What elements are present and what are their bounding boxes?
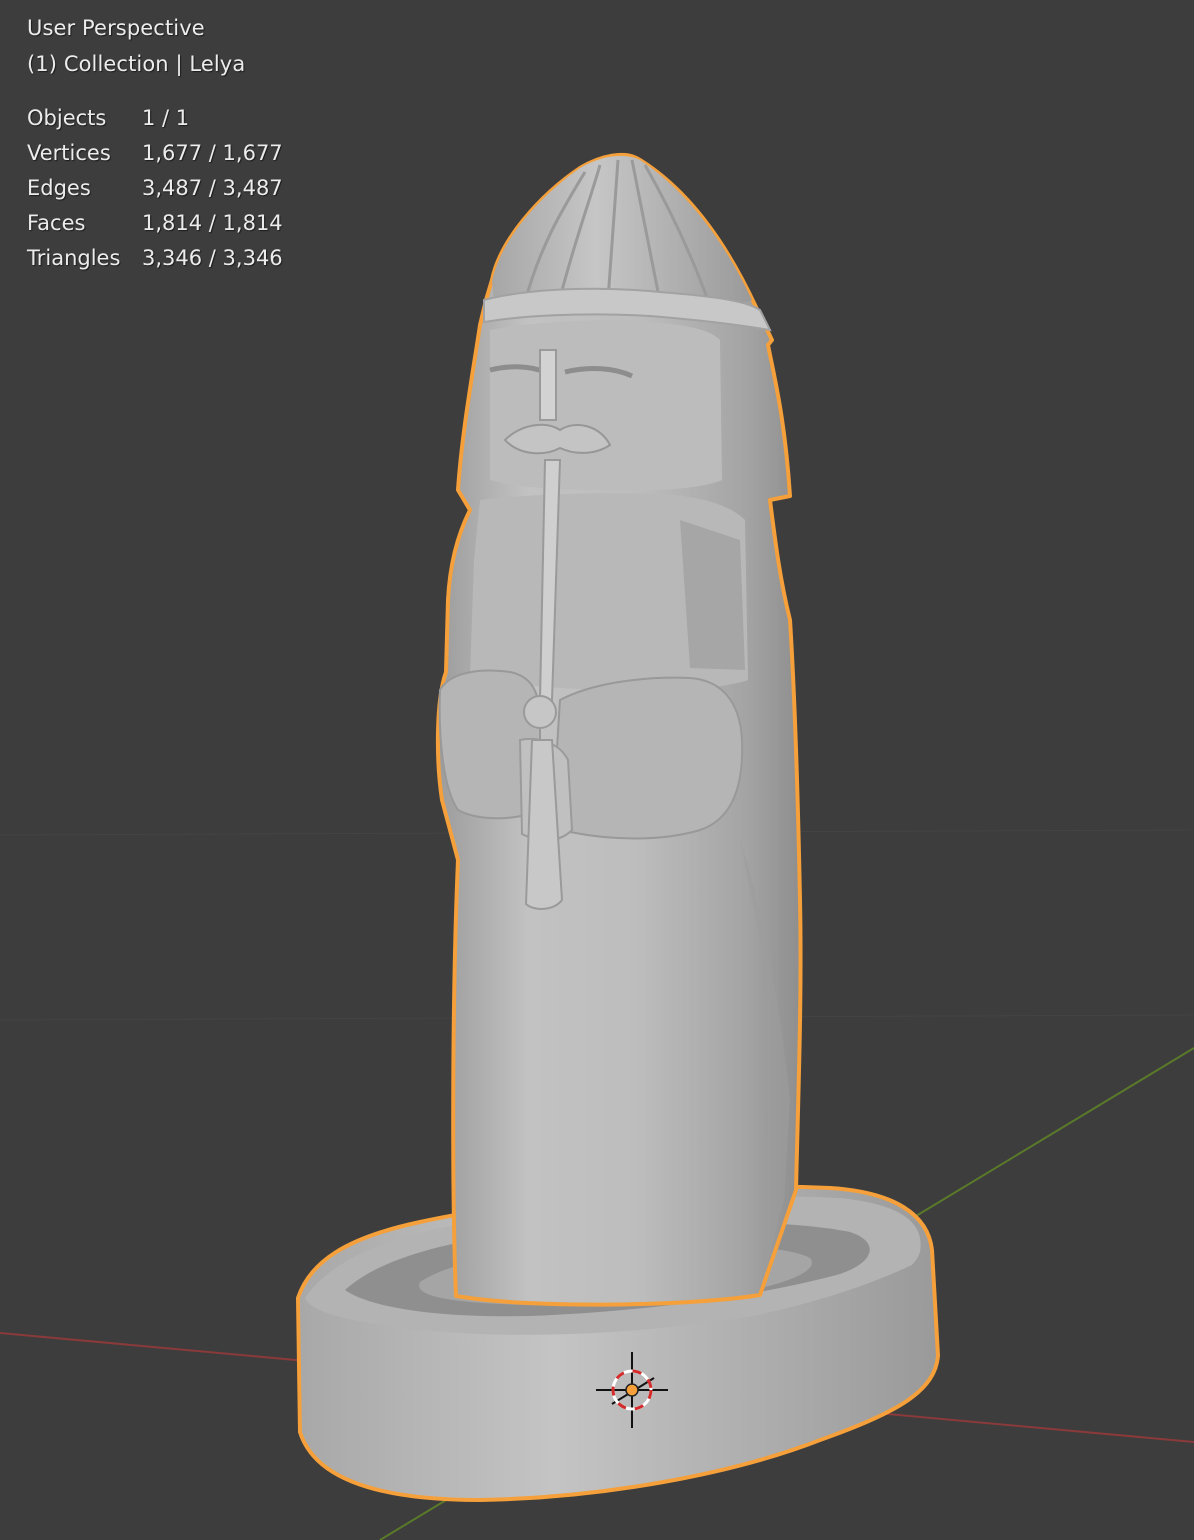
stat-label: Objects xyxy=(27,106,107,130)
lelya-mesh[interactable] xyxy=(295,152,941,1503)
chest-shadow xyxy=(680,520,745,670)
stat-value: 1,814 / 1,814 xyxy=(142,211,283,235)
3d-viewport[interactable]: User Perspective (1) Collection | Lelya … xyxy=(0,0,1194,1540)
stat-objects: Objects 1 / 1 xyxy=(27,101,283,136)
face xyxy=(490,320,722,491)
stat-faces: Faces 1,814 / 1,814 xyxy=(27,206,283,241)
arm-right xyxy=(553,676,744,840)
stat-value: 1 / 1 xyxy=(142,106,190,130)
nose xyxy=(539,349,557,421)
view-name: User Perspective xyxy=(27,16,205,40)
scene-statistics: Objects 1 / 1 Vertices 1,677 / 1,677 Edges… xyxy=(27,101,283,276)
collection-info: (1) Collection | Lelya xyxy=(27,52,246,76)
stat-vertices: Vertices 1,677 / 1,677 xyxy=(27,136,283,171)
stat-label: Vertices xyxy=(27,141,111,165)
stat-value: 3,487 / 3,487 xyxy=(142,176,283,200)
hat xyxy=(492,155,752,310)
moustache xyxy=(503,423,612,455)
stat-value: 1,677 / 1,677 xyxy=(142,141,283,165)
stat-value: 3,346 / 3,346 xyxy=(142,246,283,270)
stat-triangles: Triangles 3,346 / 3,346 xyxy=(27,241,283,276)
stat-label: Faces xyxy=(27,211,86,235)
stat-label: Edges xyxy=(27,176,91,200)
stat-edges: Edges 3,487 / 3,487 xyxy=(27,171,283,206)
viewport-header-overlay: User Perspective (1) Collection | Lelya xyxy=(27,10,245,82)
stat-label: Triangles xyxy=(27,246,121,270)
staff-knob xyxy=(523,695,557,729)
